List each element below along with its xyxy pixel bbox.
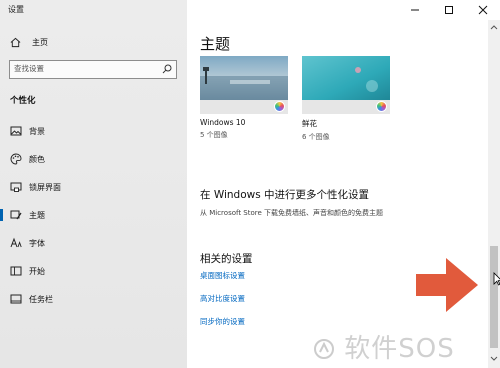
close-button[interactable] xyxy=(466,0,500,20)
sidebar-item-themes[interactable]: 主题 xyxy=(0,204,187,226)
maximize-icon xyxy=(445,6,453,14)
theme-card-windows10[interactable]: Windows 10 5 个图像 xyxy=(200,56,288,140)
sidebar-item-colors[interactable]: 颜色 xyxy=(0,148,187,170)
color-wheel-icon xyxy=(376,101,387,112)
theme-color-strip xyxy=(200,100,288,114)
sidebar-item-background[interactable]: 背景 xyxy=(0,120,187,142)
minimize-button[interactable] xyxy=(398,0,432,20)
mouse-cursor-icon xyxy=(493,272,500,286)
sidebar-item-lock-screen[interactable]: 锁屏界面 xyxy=(0,176,187,198)
related-settings-heading: 相关的设置 xyxy=(200,253,253,265)
window-controls xyxy=(398,0,500,20)
close-icon xyxy=(478,5,488,15)
theme-preview-windows10 xyxy=(200,56,288,100)
watermark-logo-icon xyxy=(314,339,334,359)
watermark: 软件SOS xyxy=(313,328,455,365)
theme-image-count: 5 个图像 xyxy=(200,131,228,139)
beach-image xyxy=(200,56,288,100)
image-icon xyxy=(10,126,22,136)
maximize-button[interactable] xyxy=(432,0,466,20)
sidebar-item-label: 颜色 xyxy=(29,155,45,164)
sidebar-item-label: 开始 xyxy=(29,267,45,276)
sidebar-item-start[interactable]: 开始 xyxy=(0,260,187,282)
page-title: 主题 xyxy=(200,35,231,53)
sync-settings-link[interactable]: 同步你的设置 xyxy=(200,316,245,327)
scrollbar-thumb[interactable] xyxy=(490,246,498,348)
sidebar: 设置 主页 个性化 背景 xyxy=(0,0,187,368)
search-box[interactable] xyxy=(9,60,177,79)
active-indicator xyxy=(0,209,3,221)
personalize-heading: 在 Windows 中进行更多个性化设置 xyxy=(200,189,370,201)
theme-name: Windows 10 xyxy=(200,118,246,127)
window-title: 设置 xyxy=(8,5,24,14)
watermark-text: 软件SOS xyxy=(344,334,455,364)
taskbar-icon xyxy=(10,294,22,304)
annotation-arrow-icon xyxy=(416,258,478,312)
lock-screen-icon xyxy=(10,182,22,192)
search-icon[interactable] xyxy=(162,64,172,74)
theme-name: 鲜花 xyxy=(302,119,317,128)
palette-icon xyxy=(10,153,22,165)
font-icon xyxy=(10,237,22,248)
brush-icon xyxy=(10,210,22,220)
theme-image-count: 6 个图像 xyxy=(302,133,330,141)
sidebar-item-label: 主题 xyxy=(29,211,45,220)
vertical-scrollbar[interactable] xyxy=(488,20,500,368)
theme-card-flowers[interactable]: 鲜花 6 个图像 xyxy=(302,56,390,142)
desktop-icon-settings-link[interactable]: 桌面图标设置 xyxy=(200,270,245,281)
theme-preview-flowers xyxy=(302,56,390,100)
color-wheel-icon xyxy=(274,101,285,112)
sidebar-item-label: 任务栏 xyxy=(29,295,53,304)
home-label: 主页 xyxy=(32,38,48,47)
search-input[interactable] xyxy=(14,64,154,73)
theme-color-strip xyxy=(302,100,390,114)
sidebar-item-label: 字体 xyxy=(29,239,45,248)
sidebar-item-fonts[interactable]: 字体 xyxy=(0,232,187,254)
home-link[interactable]: 主页 xyxy=(10,37,48,48)
sidebar-item-taskbar[interactable]: 任务栏 xyxy=(0,288,187,310)
scroll-down-icon[interactable] xyxy=(488,354,500,364)
sidebar-item-label: 锁屏界面 xyxy=(29,183,61,192)
sidebar-item-label: 背景 xyxy=(29,127,45,136)
personalize-description[interactable]: 从 Microsoft Store 下载免费墙纸、声音和颜色的免费主题 xyxy=(200,208,383,218)
start-icon xyxy=(10,266,22,276)
home-icon xyxy=(10,37,21,48)
flower-image xyxy=(302,56,390,100)
high-contrast-settings-link[interactable]: 高对比度设置 xyxy=(200,293,245,304)
section-heading: 个性化 xyxy=(10,96,36,106)
settings-window: 设置 主页 个性化 背景 xyxy=(0,0,500,368)
scroll-up-icon[interactable] xyxy=(488,22,500,32)
minimize-icon xyxy=(411,9,419,11)
